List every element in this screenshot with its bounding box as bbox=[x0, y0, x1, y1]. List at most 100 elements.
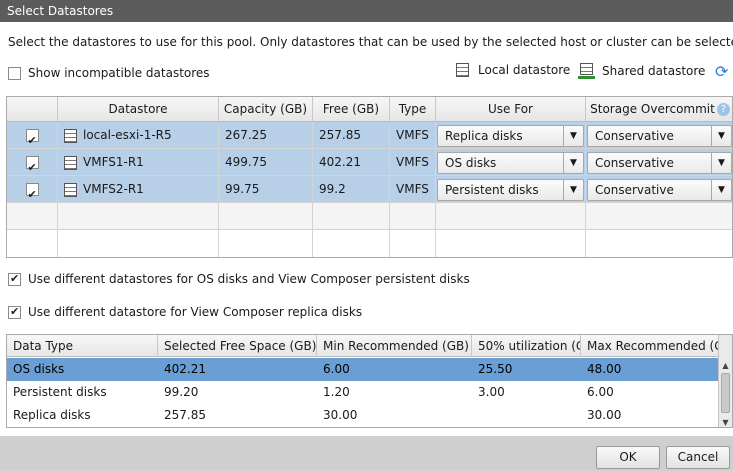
use-for-cell: OS disks ▼ bbox=[436, 149, 586, 176]
show-incompatible-checkbox[interactable] bbox=[8, 66, 21, 80]
type-cell: VMFS bbox=[390, 122, 436, 149]
datastore-table-header: Datastore Capacity (GB) Free (GB) Type U… bbox=[7, 97, 732, 122]
row-select-cell bbox=[7, 149, 58, 176]
ok-button[interactable]: OK bbox=[596, 446, 660, 469]
datatype-row[interactable]: Persistent disks 99.20 1.20 3.00 6.00 bbox=[7, 381, 719, 404]
overcommit-value: Conservative bbox=[595, 156, 674, 170]
os-persistent-label: Use different datastores for OS disks an… bbox=[28, 272, 470, 286]
header-storage-overcommit[interactable]: Storage Overcommit? bbox=[586, 97, 732, 122]
data-type-cell: OS disks bbox=[13, 362, 65, 376]
header-type[interactable]: Type bbox=[390, 97, 436, 122]
util50-cell: 3.00 bbox=[478, 385, 505, 399]
overcommit-select[interactable]: Conservative ▼ bbox=[587, 125, 732, 147]
window-title: Select Datastores bbox=[7, 4, 114, 18]
overcommit-value: Conservative bbox=[595, 129, 674, 143]
button-bar: OK Cancel bbox=[0, 436, 733, 471]
scroll-down-icon[interactable]: ▼ bbox=[719, 416, 732, 427]
type-cell: VMFS bbox=[390, 176, 436, 203]
free-cell: 99.2 bbox=[313, 176, 390, 203]
header-free[interactable]: Free (GB) bbox=[313, 97, 390, 122]
replica-option[interactable]: Use different datastore for View Compose… bbox=[8, 305, 362, 319]
selected-free-cell: 257.85 bbox=[164, 408, 206, 422]
datatype-row[interactable]: OS disks 402.21 6.00 25.50 48.00 bbox=[7, 358, 719, 381]
header-select bbox=[7, 97, 58, 122]
datastore-checkbox[interactable] bbox=[25, 128, 39, 149]
datastore-table: Datastore Capacity (GB) Free (GB) Type U… bbox=[6, 96, 733, 258]
datatype-row[interactable]: Replica disks 257.85 30.00 30.00 bbox=[7, 404, 719, 427]
use-for-select[interactable]: OS disks ▼ bbox=[437, 152, 584, 174]
datastore-row[interactable]: VMFS2-R1 99.75 99.2 VMFS Persistent disk… bbox=[7, 176, 732, 203]
datastore-row[interactable]: local-esxi-1-R5 267.25 257.85 VMFS Repli… bbox=[7, 122, 732, 149]
datastore-checkbox[interactable] bbox=[25, 155, 39, 176]
max-recommended-cell: 48.00 bbox=[587, 362, 622, 376]
capacity-cell: 499.75 bbox=[219, 149, 313, 176]
datatype-table-header: Data Type Selected Free Space (GB) Min R… bbox=[7, 335, 719, 357]
os-persistent-option[interactable]: Use different datastores for OS disks an… bbox=[8, 272, 470, 286]
replica-label: Use different datastore for View Compose… bbox=[28, 305, 363, 319]
use-for-select[interactable]: Persistent disks ▼ bbox=[437, 179, 584, 201]
chevron-down-icon[interactable]: ▼ bbox=[563, 180, 583, 200]
min-recommended-cell: 6.00 bbox=[323, 362, 350, 376]
overcommit-select[interactable]: Conservative ▼ bbox=[587, 179, 732, 201]
refresh-button[interactable]: ⟳ bbox=[715, 62, 728, 81]
header-min-recommended[interactable]: Min Recommended (GB) bbox=[317, 335, 472, 357]
overcommit-value: Conservative bbox=[595, 183, 674, 197]
refresh-icon[interactable]: ⟳ bbox=[715, 62, 728, 81]
util50-cell: 25.50 bbox=[478, 362, 513, 376]
show-incompatible-label: Show incompatible datastores bbox=[28, 66, 210, 80]
chevron-down-icon[interactable]: ▼ bbox=[563, 126, 583, 146]
data-type-cell: Replica disks bbox=[13, 408, 91, 422]
window-title-bar: Select Datastores bbox=[0, 0, 733, 22]
select-datastores-dialog: Select the datastores to use for this po… bbox=[0, 22, 733, 436]
intro-text: Select the datastores to use for this po… bbox=[8, 35, 733, 49]
help-icon[interactable]: ? bbox=[716, 103, 730, 116]
legend-local-label: Local datastore bbox=[478, 63, 571, 77]
header-capacity[interactable]: Capacity (GB) bbox=[219, 97, 313, 122]
use-for-cell: Replica disks ▼ bbox=[436, 122, 586, 149]
free-cell: 402.21 bbox=[313, 149, 390, 176]
row-select-cell bbox=[7, 176, 58, 203]
type-cell: VMFS bbox=[390, 149, 436, 176]
use-for-value: OS disks bbox=[445, 156, 497, 170]
header-data-type[interactable]: Data Type bbox=[7, 335, 158, 357]
cancel-button[interactable]: Cancel bbox=[666, 446, 730, 469]
overcommit-cell: Conservative ▼ bbox=[586, 176, 732, 203]
local-datastore-icon bbox=[64, 182, 77, 197]
local-datastore-icon bbox=[64, 155, 77, 170]
overcommit-cell: Conservative ▼ bbox=[586, 149, 732, 176]
replica-checkbox[interactable] bbox=[8, 305, 21, 319]
overcommit-cell: Conservative ▼ bbox=[586, 122, 732, 149]
capacity-cell: 99.75 bbox=[219, 176, 313, 203]
use-for-value: Persistent disks bbox=[445, 183, 539, 197]
use-for-cell: Persistent disks ▼ bbox=[436, 176, 586, 203]
os-persistent-checkbox[interactable] bbox=[8, 272, 21, 286]
local-datastore-icon bbox=[64, 128, 77, 143]
use-for-select[interactable]: Replica disks ▼ bbox=[437, 125, 584, 147]
scroll-up-icon[interactable]: ▲ bbox=[719, 359, 732, 372]
header-use-for[interactable]: Use For bbox=[436, 97, 586, 122]
header-selected-free[interactable]: Selected Free Space (GB) bbox=[158, 335, 317, 357]
chevron-down-icon[interactable]: ▼ bbox=[563, 153, 583, 173]
header-max-recommended[interactable]: Max Recommended (G bbox=[581, 335, 719, 357]
overcommit-select[interactable]: Conservative ▼ bbox=[587, 152, 732, 174]
legend-shared-label: Shared datastore bbox=[602, 64, 706, 78]
show-incompatible-option[interactable]: Show incompatible datastores bbox=[8, 66, 210, 80]
datastore-name: VMFS1-R1 bbox=[83, 155, 144, 169]
datatype-scrollbar[interactable]: ▲ ▼ bbox=[718, 335, 732, 427]
chevron-down-icon[interactable]: ▼ bbox=[711, 180, 731, 200]
header-datastore[interactable]: Datastore bbox=[58, 97, 219, 122]
datastore-name: VMFS2-R1 bbox=[83, 182, 144, 196]
chevron-down-icon[interactable]: ▼ bbox=[711, 153, 731, 173]
datastore-name-cell: VMFS1-R1 bbox=[58, 149, 219, 176]
header-50-utilization[interactable]: 50% utilization (G bbox=[472, 335, 581, 357]
chevron-down-icon[interactable]: ▼ bbox=[711, 126, 731, 146]
local-datastore-icon bbox=[456, 63, 469, 77]
capacity-cell: 267.25 bbox=[219, 122, 313, 149]
max-recommended-cell: 30.00 bbox=[587, 408, 622, 422]
scroll-thumb[interactable] bbox=[721, 373, 730, 413]
datastore-checkbox[interactable] bbox=[25, 182, 39, 203]
selected-free-cell: 99.20 bbox=[164, 385, 199, 399]
free-cell: 257.85 bbox=[313, 122, 390, 149]
datastore-row[interactable]: VMFS1-R1 499.75 402.21 VMFS OS disks ▼ Co… bbox=[7, 149, 732, 176]
datastore-name-cell: VMFS2-R1 bbox=[58, 176, 219, 203]
